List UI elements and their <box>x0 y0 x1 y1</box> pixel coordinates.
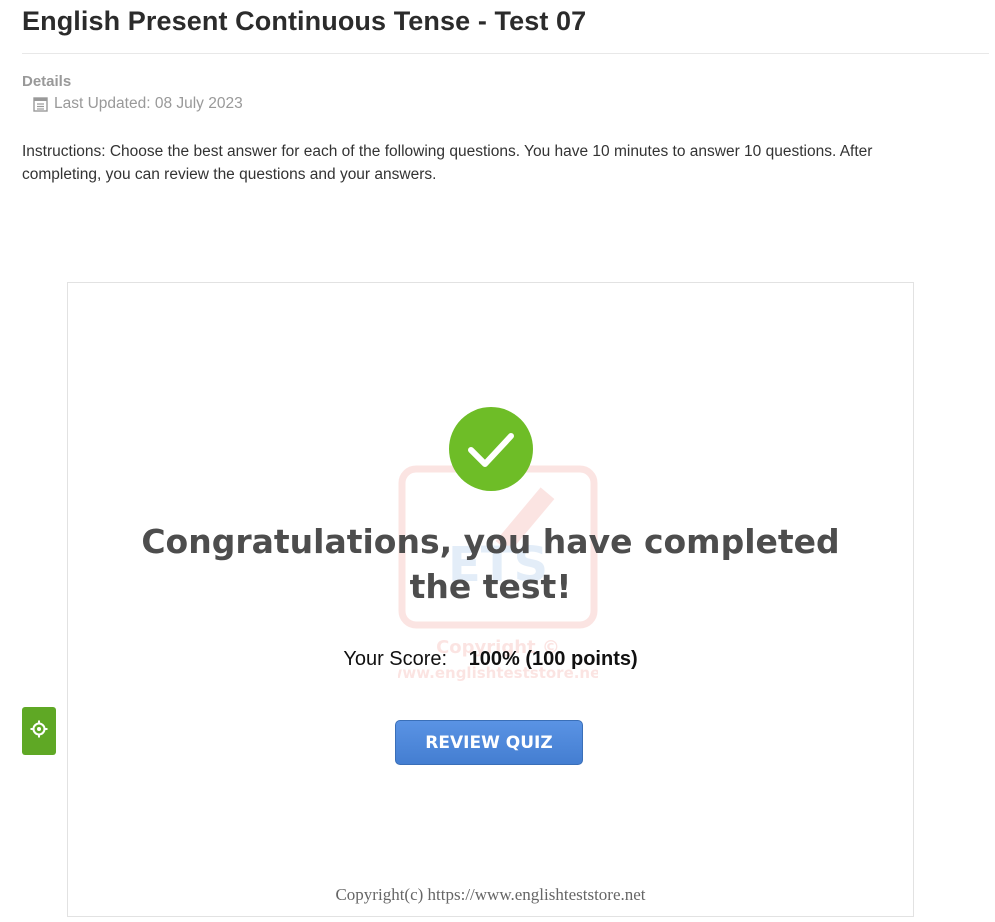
last-updated-text: Last Updated: 08 July 2023 <box>54 95 243 112</box>
settings-tab-button[interactable] <box>22 707 56 755</box>
success-checkmark-icon <box>449 407 533 491</box>
score-value: 100% (100 points) <box>468 648 638 670</box>
page-title: English Present Continuous Tense - Test … <box>22 6 587 36</box>
score-row: Your Score: 100% (100 points) <box>68 648 913 671</box>
instructions-text: Instructions: Choose the best answer for… <box>22 143 873 183</box>
congratulations-message: Congratulations, you have completed the … <box>141 522 840 606</box>
last-updated-row: Last Updated: 08 July 2023 <box>33 95 243 113</box>
gear-icon <box>29 719 49 744</box>
quiz-results-panel: ETS Copyright © www.englishteststore.net… <box>67 282 914 917</box>
footer-copyright: Copyright(c) https://www.englishteststor… <box>335 885 646 904</box>
calendar-icon <box>33 96 48 112</box>
title-divider <box>22 53 989 54</box>
review-quiz-button[interactable]: REVIEW QUIZ <box>395 720 583 765</box>
score-label: Your Score: <box>343 648 448 670</box>
details-label: Details <box>22 73 72 90</box>
